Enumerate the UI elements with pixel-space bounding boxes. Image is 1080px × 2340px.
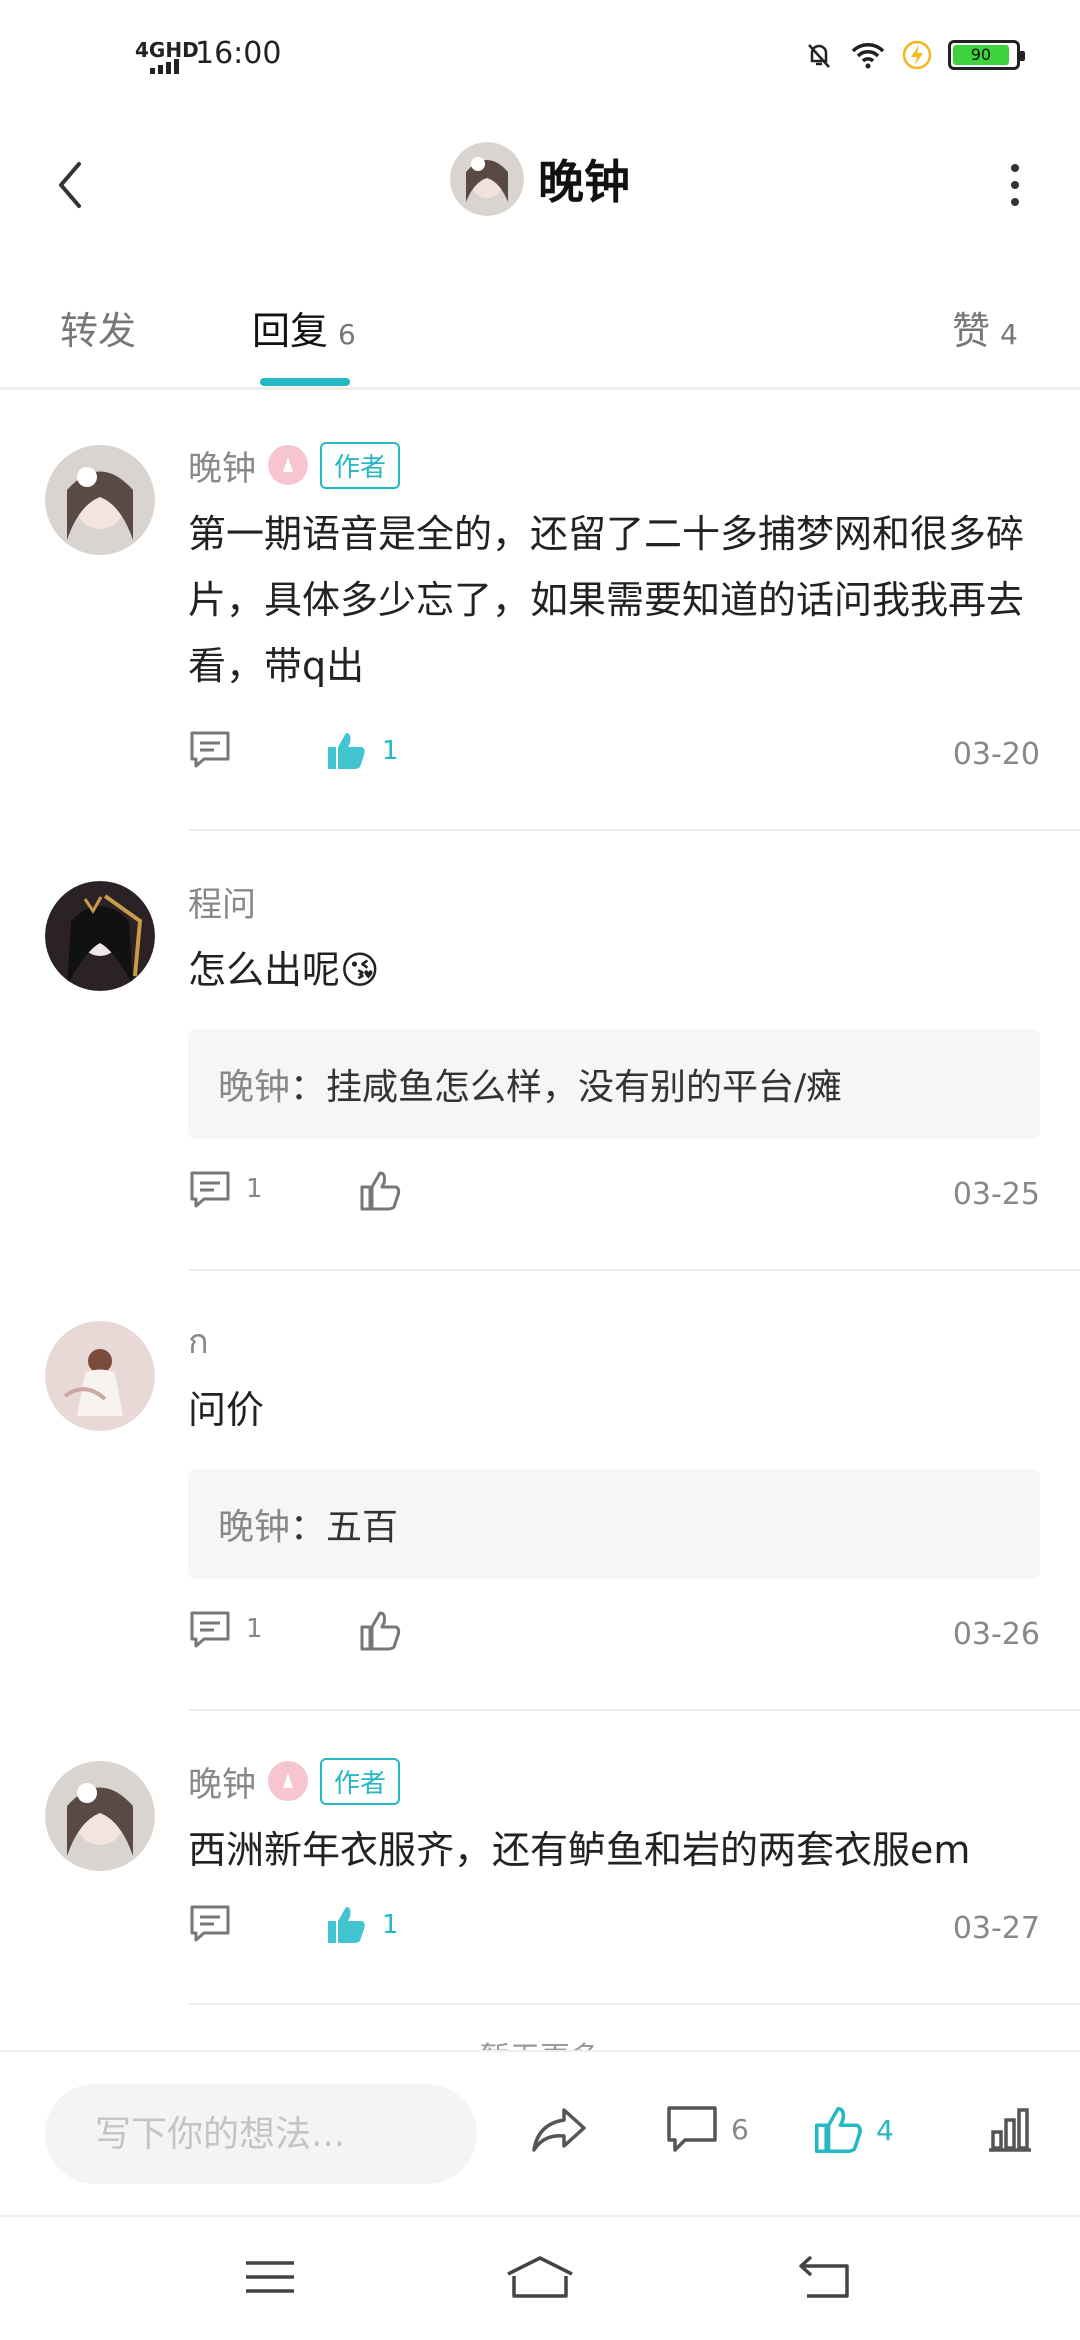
share-icon xyxy=(532,2108,586,2152)
comment-count: 1 xyxy=(246,1614,263,1644)
reply-author[interactable]: 晚钟 xyxy=(188,1757,256,1806)
reply-text: 西洲新年衣服齐，还有鲈鱼和岩的两套衣服em xyxy=(188,1828,971,1872)
bar-chart-icon xyxy=(989,2108,1031,2152)
quoted-reply[interactable]: 晚钟 ： 五百 xyxy=(188,1469,1040,1579)
like-count: 4 xyxy=(876,2113,894,2147)
reply-like-button[interactable] xyxy=(358,1609,402,1653)
signal-icon xyxy=(150,58,179,74)
quote-author: 晚钟 xyxy=(218,1067,291,1108)
quote-text: 挂咸鱼怎么样，没有别的平台/瘫 xyxy=(326,1067,843,1108)
quote-text: 五百 xyxy=(326,1507,399,1548)
tab-bar: 转发 回复 6 赞4 xyxy=(0,280,1080,390)
battery-level: 90 xyxy=(953,45,1009,65)
reply-date: 03-20 xyxy=(952,737,1040,772)
stats-button[interactable] xyxy=(985,2104,1035,2154)
reply-list: 晚钟 作者 第一期语音是全的，还留了二十多捕梦网和很多碎片，具体多少忘了，如果需… xyxy=(0,395,1080,2055)
back-nav-button[interactable] xyxy=(785,2247,865,2307)
like-count: 1 xyxy=(382,1910,399,1940)
medal-icon xyxy=(268,445,308,485)
comment-count: 1 xyxy=(246,1174,263,1204)
reply-author[interactable]: 程问 xyxy=(188,877,256,926)
author-tag: 作者 xyxy=(320,1757,401,1805)
comment-icon xyxy=(190,731,230,768)
reply-item: 晚钟 作者 西洲新年衣服齐，还有鲈鱼和岩的两套衣服em 1 03-27 xyxy=(0,1711,1080,2005)
thumbs-up-icon xyxy=(328,733,365,769)
reply-like-button[interactable]: 1 xyxy=(324,1903,399,1947)
like-button[interactable]: 4 xyxy=(812,2104,894,2156)
comment-icon xyxy=(190,1171,230,1208)
reply-avatar[interactable] xyxy=(45,1761,155,1871)
reply-avatar[interactable] xyxy=(45,1321,155,1431)
tab-repost[interactable]: 转发 xyxy=(60,300,136,355)
divider xyxy=(188,2003,1080,2005)
app-header: 晚钟 xyxy=(0,130,1080,240)
comment-input[interactable] xyxy=(45,2084,477,2184)
reply-item: 晚钟 作者 第一期语音是全的，还留了二十多捕梦网和很多碎片，具体多少忘了，如果需… xyxy=(0,395,1080,831)
reply-text: 问价 xyxy=(188,1388,265,1432)
thumbs-up-icon xyxy=(814,2106,862,2154)
quoted-reply[interactable]: 晚钟 ： 挂咸鱼怎么样，没有别的平台/瘫 xyxy=(188,1029,1040,1139)
comment-icon xyxy=(667,2106,717,2152)
reply-text: 第一期语音是全的，还留了二十多捕梦网和很多碎片，具体多少忘了，如果需要知道的话问… xyxy=(188,512,1025,688)
status-time: 16:00 xyxy=(195,36,282,71)
reply-item: ก 问价 晚钟 ： 五百 1 03-26 xyxy=(0,1271,1080,1711)
menu-button[interactable] xyxy=(230,2247,310,2307)
thumbs-up-icon xyxy=(360,1611,401,1651)
system-nav-bar xyxy=(0,2215,1080,2340)
tab-likes[interactable]: 赞4 xyxy=(952,300,1018,355)
comment-count: 6 xyxy=(731,2112,749,2146)
tab-count: 6 xyxy=(338,318,356,351)
comment-icon xyxy=(190,1611,230,1648)
reply-avatar[interactable] xyxy=(45,881,155,991)
author-tag: 作者 xyxy=(320,441,401,489)
comment-icon xyxy=(190,1905,230,1942)
mute-bell-icon xyxy=(808,44,830,68)
reply-item: 程问 怎么出呢😘 晚钟 ： 挂咸鱼怎么样，没有别的平台/瘫 1 03-25 xyxy=(0,831,1080,1271)
thumbs-up-icon xyxy=(328,1907,365,1943)
header-avatar[interactable] xyxy=(450,142,524,216)
share-button[interactable] xyxy=(530,2104,588,2154)
tab-count: 4 xyxy=(1000,318,1018,351)
reply-comment-button[interactable] xyxy=(188,729,232,769)
network-type: 4GHD xyxy=(135,38,199,62)
tab-label: 回复 xyxy=(252,309,329,353)
reply-comment-button[interactable]: 1 xyxy=(188,1169,263,1209)
tab-label: 转发 xyxy=(60,309,137,353)
tab-label: 赞 xyxy=(952,309,991,353)
medal-icon xyxy=(268,1761,308,1801)
home-button[interactable] xyxy=(500,2247,580,2307)
back-nav-icon xyxy=(799,2255,849,2298)
tab-indicator xyxy=(260,378,350,386)
like-count: 1 xyxy=(382,736,399,766)
tab-replies[interactable]: 回复 6 xyxy=(252,300,356,355)
battery-icon: 90 xyxy=(948,40,1025,70)
status-bar: 4GHD 16:00 90 xyxy=(0,0,1080,110)
reply-comment-button[interactable]: 1 xyxy=(188,1609,263,1649)
more-button[interactable] xyxy=(990,150,1040,220)
reply-avatar[interactable] xyxy=(45,445,155,555)
reply-like-button[interactable]: 1 xyxy=(324,729,399,773)
charging-icon xyxy=(902,40,932,70)
more-icon xyxy=(1011,164,1019,172)
reply-author[interactable]: 晚钟 xyxy=(188,441,256,490)
page-title: 晚钟 xyxy=(538,155,630,209)
reply-like-button[interactable] xyxy=(358,1169,402,1213)
no-more-text: 暂无更多 xyxy=(0,2005,1080,2055)
menu-icon xyxy=(246,2261,294,2293)
reply-comment-button[interactable] xyxy=(188,1903,232,1943)
reply-date: 03-27 xyxy=(952,1911,1040,1946)
comment-button[interactable]: 6 xyxy=(665,2104,749,2154)
reply-date: 03-25 xyxy=(952,1177,1040,1212)
quote-author: 晚钟 xyxy=(218,1507,291,1548)
home-icon xyxy=(507,2256,573,2298)
reply-date: 03-26 xyxy=(952,1617,1040,1652)
bottom-action-bar: 6 4 xyxy=(0,2050,1080,2215)
wifi-icon xyxy=(851,43,885,69)
reply-text: 怎么出呢😘 xyxy=(188,948,380,992)
reply-author[interactable]: ก xyxy=(188,1314,209,1368)
thumbs-up-icon xyxy=(360,1171,401,1211)
